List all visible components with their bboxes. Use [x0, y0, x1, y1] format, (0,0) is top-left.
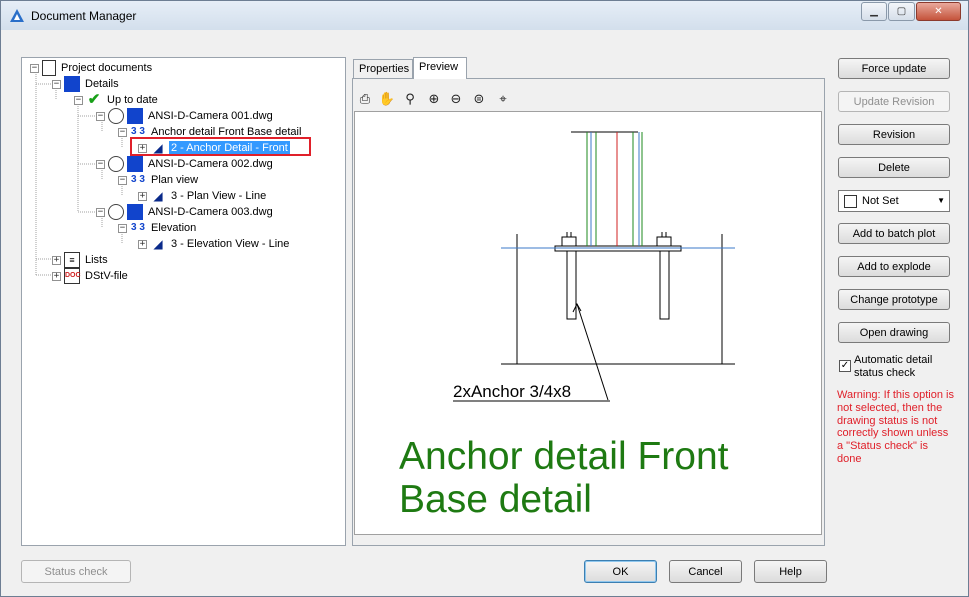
force-update-button[interactable]: Force update: [838, 58, 950, 79]
cancel-button[interactable]: Cancel: [669, 560, 742, 583]
app-icon: [10, 9, 24, 22]
zoom-window-icon[interactable]: ⌖: [494, 91, 512, 109]
status-check-button[interactable]: Status check: [21, 560, 131, 583]
open-drawing-button[interactable]: Open drawing: [838, 322, 950, 343]
status-circle-icon: [108, 156, 124, 172]
tree-node-label: Elevation: [151, 222, 197, 234]
tree-node-label: ANSI-D-Camera 003.dwg: [148, 206, 273, 218]
automatic-status-check-checkbox[interactable]: ✓: [839, 360, 851, 372]
automatic-status-check-label: Automatic detail status check: [854, 354, 933, 379]
tree-node-label: ANSI-D-Camera 002.dwg: [148, 158, 273, 170]
tree-node-dwg-002[interactable]: − ANSI-D-Camera 002.dwg: [96, 156, 275, 172]
color-swatch: [844, 194, 857, 208]
change-prototype-button[interactable]: Change prototype: [838, 289, 950, 310]
collapse-toggle[interactable]: −: [74, 95, 83, 105]
tree-node-label: 3 - Elevation View - Line: [171, 238, 290, 250]
drawing-icon: [127, 204, 143, 220]
collapse-toggle[interactable]: −: [30, 63, 39, 73]
help-button[interactable]: Help: [754, 560, 827, 583]
document-manager-window: Document Manager ▁ ▢ ✕ − Project documen…: [0, 0, 969, 597]
selection-highlight-frame: [130, 137, 311, 156]
tab-properties[interactable]: Properties: [353, 59, 413, 79]
minimize-icon: ▁: [870, 6, 878, 17]
tree-node-dwg-001[interactable]: − ANSI-D-Camera 001.dwg: [96, 108, 275, 124]
dstv-file-icon: DOC: [64, 268, 81, 284]
tree-node-up-to-date[interactable]: − ✔ Up to date: [74, 92, 160, 108]
maximize-icon: ▢: [896, 6, 907, 17]
collapse-toggle[interactable]: −: [96, 111, 105, 121]
collapse-toggle[interactable]: −: [118, 223, 127, 233]
detail-group-icon: 3 3: [131, 174, 145, 185]
list-icon: ≡: [64, 252, 80, 268]
tree-node-label: Project documents: [61, 62, 153, 74]
tree-node-elevation-view-line[interactable]: + ◢ 3 - Elevation View - Line: [138, 236, 291, 252]
tree-node-label: ANSI-D-Camera 001.dwg: [148, 110, 273, 122]
status-circle-icon: [108, 108, 124, 124]
drawing-icon: [127, 108, 143, 124]
tree-node-label: Details: [85, 78, 119, 90]
tree-node-label: DStV-file: [85, 270, 128, 282]
drawing-preview[interactable]: 2xAnchor 3/4x8 Anchor detail Front Base …: [354, 111, 822, 535]
collapse-toggle[interactable]: −: [118, 175, 127, 185]
close-button[interactable]: ✕: [916, 2, 961, 21]
tree-node-details[interactable]: − Details: [52, 76, 121, 92]
drawing-title-line-1: Anchor detail Front: [399, 435, 729, 478]
tree-node-label: Plan view: [151, 174, 199, 186]
status-check-warning: Warning: If this option is not selected,…: [837, 389, 954, 465]
zoom-out-icon[interactable]: ⊖: [447, 91, 465, 109]
tree-node-plan-view[interactable]: − 3 3 Plan view: [118, 172, 200, 188]
update-revision-button[interactable]: Update Revision: [838, 91, 950, 112]
zoom-extents-icon[interactable]: ⊜: [470, 91, 488, 109]
view-icon: ◢: [153, 237, 163, 251]
checkmark-icon: ✔: [87, 91, 101, 108]
collapse-toggle[interactable]: −: [96, 159, 105, 169]
drawing-title-line-2: Base detail: [399, 478, 592, 521]
close-icon: ✕: [934, 6, 943, 17]
collapse-toggle[interactable]: −: [96, 207, 105, 217]
expand-toggle[interactable]: +: [52, 271, 61, 281]
zoom-realtime-icon[interactable]: ⚲: [401, 91, 419, 109]
status-select-value: Not Set: [862, 195, 899, 207]
tab-label: Preview: [419, 61, 459, 73]
view-icon: ◢: [153, 189, 163, 203]
tab-label: Properties: [359, 63, 410, 75]
collapse-toggle[interactable]: −: [118, 127, 127, 137]
tab-preview[interactable]: Preview: [413, 57, 467, 79]
window-title: Document Manager: [31, 9, 137, 23]
document-tree[interactable]: − Project documents − Details − ✔ Up to …: [21, 57, 346, 546]
status-circle-icon: [108, 204, 124, 220]
tree-node-project-documents[interactable]: − Project documents: [30, 60, 154, 76]
status-select[interactable]: Not Set ▼: [838, 190, 950, 212]
delete-button[interactable]: Delete: [838, 157, 950, 178]
add-to-batch-plot-button[interactable]: Add to batch plot: [838, 223, 950, 244]
tree-node-lists[interactable]: + ≡ Lists: [52, 252, 110, 268]
drawing-icon: [127, 156, 143, 172]
tree-node-label: 3 - Plan View - Line: [171, 190, 267, 202]
expand-toggle[interactable]: +: [138, 191, 147, 201]
zoom-in-icon[interactable]: ⊕: [425, 91, 443, 109]
tree-node-label: Lists: [85, 254, 108, 266]
detail-group-icon: 3 3: [131, 222, 145, 233]
tree-node-elevation[interactable]: − 3 3 Elevation: [118, 220, 198, 236]
tree-node-label: Up to date: [107, 94, 158, 106]
tree-node-dstv[interactable]: + DOC DStV-file: [52, 268, 130, 284]
minimize-button[interactable]: ▁: [861, 2, 887, 21]
chevron-down-icon: ▼: [937, 196, 945, 205]
pan-hand-icon[interactable]: ✋: [378, 91, 396, 109]
anchor-callout-text: 2xAnchor 3/4x8: [453, 382, 571, 401]
ok-button[interactable]: OK: [584, 560, 657, 583]
print-icon[interactable]: ⎙: [356, 91, 374, 109]
collapse-toggle[interactable]: −: [52, 79, 61, 89]
expand-toggle[interactable]: +: [138, 239, 147, 249]
add-to-explode-button[interactable]: Add to explode: [838, 256, 950, 277]
maximize-button[interactable]: ▢: [888, 2, 915, 21]
expand-toggle[interactable]: +: [52, 255, 61, 265]
title-bar: Document Manager ▁ ▢ ✕: [1, 1, 968, 30]
revision-button[interactable]: Revision: [838, 124, 950, 145]
document-icon: [42, 60, 56, 76]
anchor-drawing: 2xAnchor 3/4x8 Anchor detail Front Base …: [399, 131, 735, 521]
tree-node-plan-view-line[interactable]: + ◢ 3 - Plan View - Line: [138, 188, 268, 204]
details-icon: [64, 76, 80, 92]
tree-node-dwg-003[interactable]: − ANSI-D-Camera 003.dwg: [96, 204, 275, 220]
